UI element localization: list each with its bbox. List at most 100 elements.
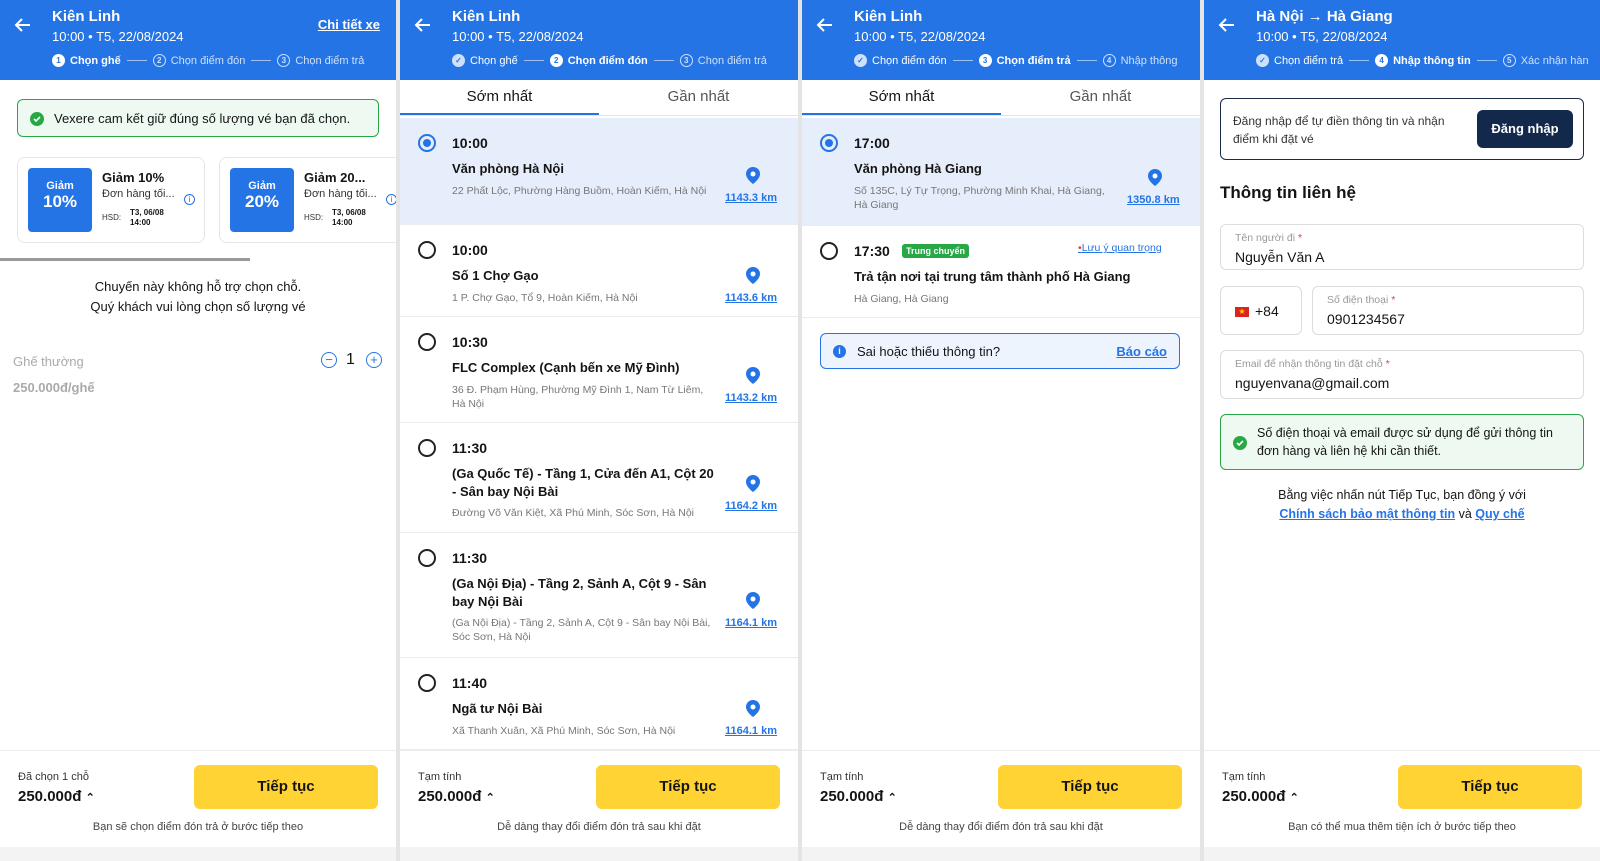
country-code-value: +84 — [1255, 303, 1279, 319]
privacy-policy-link[interactable]: Chính sách bảo mật thông tin — [1279, 507, 1455, 521]
step-pickup: ✓ Chọn điểm đón — [854, 54, 947, 67]
back-arrow-icon[interactable] — [1218, 16, 1236, 34]
screen-select-seat: Kiên Linh 10:00 • T5, 22/08/2024 Chi tiế… — [0, 0, 396, 861]
location-pin-icon — [746, 267, 760, 284]
back-arrow-icon[interactable] — [414, 16, 432, 34]
pickup-time: 10:00 — [452, 135, 488, 151]
continue-button[interactable]: Tiếp tục — [596, 765, 780, 809]
header-subtitle: 10:00 • T5, 22/08/2024 — [452, 29, 584, 44]
coupon-card[interactable]: Giảm 10% Giảm 10% Đơn hàng tối... i HSD: … — [17, 157, 205, 243]
step-dropoff: 3 Chọn điểm trả — [679, 54, 767, 67]
radio-button[interactable] — [820, 242, 838, 260]
radio-button[interactable] — [418, 549, 436, 567]
tab-nearest[interactable]: Gần nhất — [599, 80, 798, 115]
location-pin-icon — [1148, 169, 1162, 186]
scrollbar[interactable] — [0, 258, 250, 261]
email-field[interactable]: Email để nhận thông tin đặt chỗ * nguyen… — [1220, 350, 1584, 399]
sort-tabs: Sớm nhất Gần nhất — [400, 80, 798, 116]
rules-link[interactable]: Quy chế — [1475, 507, 1524, 521]
notice-line-2: Quý khách vui lòng chọn số lượng vé — [90, 299, 306, 314]
guarantee-text: Vexere cam kết giữ đúng số lượng vé bạn … — [54, 111, 351, 126]
footer-price[interactable]: 250.000đ ⌃ — [1222, 788, 1299, 805]
continue-button[interactable]: Tiếp tục — [194, 765, 378, 809]
info-icon[interactable]: i — [184, 194, 195, 205]
pickup-address: Xã Thanh Xuân, Xã Phú Minh, Sóc Sơn, Hà … — [452, 725, 676, 737]
distance-link[interactable]: 1350.8 km — [1127, 194, 1180, 206]
step-confirm: 5 Xác nhận hàn — [1502, 54, 1589, 67]
header-subtitle: 10:00 • T5, 22/08/2024 — [854, 29, 986, 44]
dropoff-name: Văn phòng Hà Giang — [854, 161, 982, 176]
vietnam-flag-icon: ★ — [1235, 307, 1249, 317]
step-dropoff: ✓ Chọn điểm trả — [1256, 54, 1343, 67]
continue-button[interactable]: Tiếp tục — [1398, 765, 1582, 809]
pickup-item[interactable]: 10:30 FLC Complex (Cạnh bến xe Mỹ Đình) … — [400, 317, 798, 423]
distance-link[interactable]: 1164.1 km — [725, 617, 777, 629]
pickup-item[interactable]: 11:40 Ngã tư Nội Bài Xã Thanh Xuân, Xã P… — [400, 658, 798, 750]
tab-earliest[interactable]: Sớm nhất — [400, 80, 599, 115]
radio-button[interactable] — [418, 134, 436, 152]
pickup-item[interactable]: 11:30 (Ga Quốc Tế) - Tầng 1, Cửa đến A1,… — [400, 423, 798, 533]
location-pin-icon — [746, 475, 760, 492]
login-prompt: Đăng nhập để tự điền thông tin và nhận đ… — [1233, 114, 1445, 146]
radio-button[interactable] — [418, 333, 436, 351]
passenger-name-field[interactable]: Tên người đi * Nguyễn Văn A — [1220, 224, 1584, 270]
quantity-value: 1 — [346, 351, 355, 368]
distance-link[interactable]: 1143.2 km — [725, 392, 777, 404]
country-code-select[interactable]: ★ +84 — [1220, 286, 1302, 335]
distance-link[interactable]: 1143.6 km — [725, 292, 777, 304]
coupon-hsd-label: HSD: — [304, 213, 324, 222]
dropoff-address: Hà Giang, Hà Giang — [854, 293, 949, 305]
report-banner: i Sai hoặc thiếu thông tin? Báo cáo — [820, 333, 1180, 369]
pickup-item[interactable]: 10:00 Văn phòng Hà Nội 22 Phất Lộc, Phườ… — [400, 118, 798, 225]
pickup-item[interactable]: 11:30 (Ga Nội Địa) - Tầng 2, Sảnh A, Cột… — [400, 533, 798, 658]
footer-label: Tạm tính — [418, 771, 462, 783]
phone-field[interactable]: Số điện thoại * 0901234567 — [1312, 286, 1584, 335]
important-note-link[interactable]: •Lưu ý quan trọng — [1078, 242, 1162, 254]
minus-button[interactable]: − — [321, 352, 337, 368]
pickup-time: 11:30 — [452, 550, 488, 566]
radio-button[interactable] — [820, 134, 838, 152]
footer: Tạm tính 250.000đ ⌃ Tiếp tục Bạn có thể … — [1204, 750, 1600, 861]
coupon-card[interactable]: Giảm 20% Giảm 20... Đơn hàng tối... i HSD… — [219, 157, 396, 243]
distance-link[interactable]: 1164.2 km — [725, 500, 777, 512]
dropoff-item[interactable]: 17:30 Trung chuyển •Lưu ý quan trọng Trả… — [802, 226, 1200, 318]
radio-button[interactable] — [418, 439, 436, 457]
and-text: và — [1458, 507, 1472, 521]
continue-button[interactable]: Tiếp tục — [998, 765, 1182, 809]
section-title: Thông tin liên hệ — [1220, 183, 1356, 202]
stepper: ✓ Chọn ghế 2 Chọn điểm đón 3 Chọn điểm trả — [452, 54, 773, 67]
info-icon[interactable]: i — [386, 194, 396, 205]
pickup-address: 36 Đ. Phạm Hùng, Phường Mỹ Đình 1, Nam T… — [452, 384, 704, 410]
login-button[interactable]: Đăng nhập — [1477, 110, 1573, 148]
header-title: Kiên Linh — [854, 8, 923, 25]
back-arrow-icon[interactable] — [816, 16, 834, 34]
header-title: Kiên Linh — [452, 8, 521, 25]
agreement-text: Bằng việc nhấn nút Tiếp Tục, bạn đồng ý … — [1278, 488, 1526, 502]
footer-price[interactable]: 250.000đ ⌃ — [820, 788, 897, 805]
dropoff-item[interactable]: 17:00 Văn phòng Hà Giang Số 135C, Lý Tự … — [802, 118, 1200, 226]
coupon-image: Giảm 20% — [230, 168, 294, 232]
coupon-date: T3, 06/08 14:00 — [332, 208, 366, 227]
info-icon: i — [833, 345, 846, 358]
distance-link[interactable]: 1143.3 km — [725, 192, 777, 204]
distance-link[interactable]: 1164.1 km — [725, 725, 777, 737]
radio-button[interactable] — [418, 241, 436, 259]
tab-earliest[interactable]: Sớm nhất — [802, 80, 1001, 115]
pickup-name: Ngã tư Nội Bài — [452, 701, 543, 716]
plus-button[interactable]: + — [366, 352, 382, 368]
tab-nearest[interactable]: Gần nhất — [1001, 80, 1200, 115]
pickup-item[interactable]: 10:00 Số 1 Chợ Gạo 1 P. Chợ Gạo, Tổ 9, H… — [400, 225, 798, 317]
report-link[interactable]: Báo cáo — [1116, 344, 1167, 359]
dropoff-time: 17:30 — [854, 243, 890, 259]
phone-value: 0901234567 — [1327, 311, 1405, 327]
pickup-time: 11:40 — [452, 675, 488, 691]
footer-price[interactable]: 250.000đ ⌃ — [418, 788, 495, 805]
chevron-up-icon: ⌃ — [887, 792, 897, 804]
coupon-title: Giảm 20... — [304, 170, 366, 185]
header: Kiên Linh 10:00 • T5, 22/08/2024 ✓ Chọn đ… — [802, 0, 1200, 80]
vehicle-detail-link[interactable]: Chi tiết xe — [318, 17, 380, 32]
radio-button[interactable] — [418, 674, 436, 692]
back-arrow-icon[interactable] — [14, 16, 32, 34]
location-pin-icon — [746, 592, 760, 609]
footer-price[interactable]: 250.000đ ⌃ — [18, 788, 95, 805]
